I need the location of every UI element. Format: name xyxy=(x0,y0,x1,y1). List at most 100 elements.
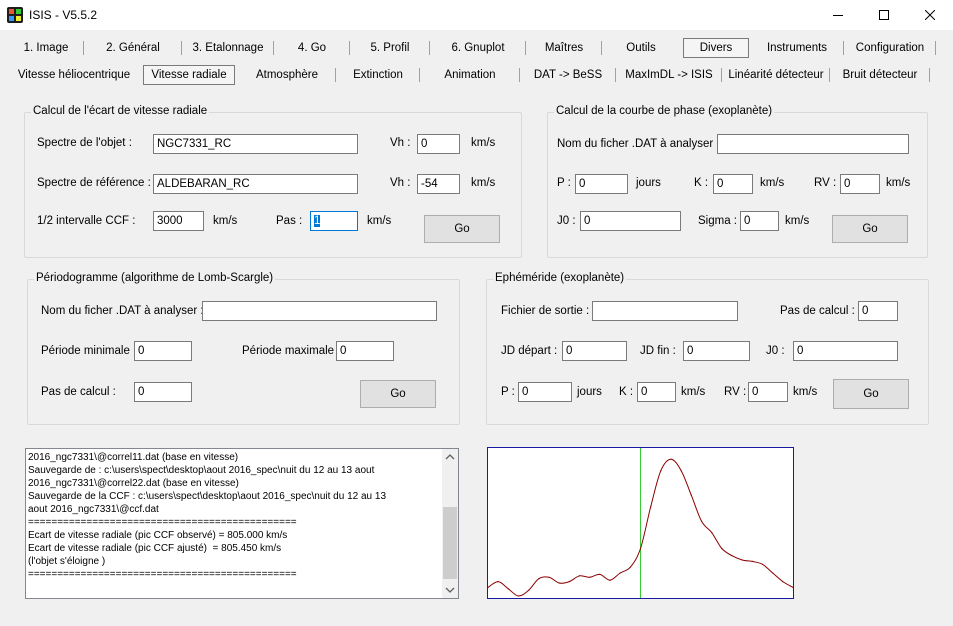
tab-configuration[interactable]: Configuration xyxy=(844,38,936,58)
tab-label: Maîtres xyxy=(544,42,584,54)
jd-end-input[interactable]: 0 xyxy=(683,341,750,361)
ccf-interval-unit: km/s xyxy=(213,215,238,227)
ephem-k-input[interactable]: 0 xyxy=(637,382,676,402)
period-min-input[interactable]: 0 xyxy=(134,341,192,361)
ephem-rv-input[interactable]: 0 xyxy=(748,382,788,402)
phase-sigma-input[interactable]: 0 xyxy=(740,211,779,231)
scroll-thumb[interactable] xyxy=(443,507,457,579)
ccf-data-point xyxy=(772,572,774,574)
phase-j0-label: J0 : xyxy=(557,215,576,227)
phase-p-unit: jours xyxy=(636,177,661,189)
tab-vitesse-heliocentrique[interactable]: Vitesse héliocentrique xyxy=(8,65,140,85)
phase-p-input[interactable]: 0 xyxy=(575,174,628,194)
vh-ref-input[interactable]: -54 xyxy=(417,174,460,194)
tab-label: Animation xyxy=(444,69,496,81)
ccf-data-point xyxy=(700,520,703,522)
periodogram-step-input[interactable]: 0 xyxy=(134,382,192,402)
tab-label: 1. Image xyxy=(23,42,69,54)
ccf-interval-input[interactable]: 3000 xyxy=(153,211,204,231)
minimize-button[interactable] xyxy=(815,0,861,30)
phase-j0-input[interactable]: 0 xyxy=(580,211,681,231)
scroll-up-icon[interactable] xyxy=(442,449,458,465)
ephem-step-input[interactable]: 0 xyxy=(858,301,898,321)
phase-sigma-unit: km/s xyxy=(785,215,810,227)
jd-start-input[interactable]: 0 xyxy=(562,341,627,361)
log-line: ========================================… xyxy=(28,517,297,528)
step-input[interactable]: 1 xyxy=(310,211,358,231)
ccf-data-point xyxy=(609,579,611,581)
phase-k-input[interactable]: 0 xyxy=(713,174,753,194)
ccf-data-point xyxy=(548,576,550,578)
ephem-p-input[interactable]: 0 xyxy=(518,382,572,402)
ephem-j0-input[interactable]: 0 xyxy=(793,341,898,361)
ccf-data-point xyxy=(639,547,642,550)
ephemeris-go-button[interactable]: Go xyxy=(833,379,909,409)
tab-label: 3. Etalonnage xyxy=(192,42,264,54)
tab-go[interactable]: 4. Go xyxy=(274,38,350,58)
tab-label: 4. Go xyxy=(297,42,327,54)
ccf-data-point xyxy=(599,573,601,575)
object-spectrum-input[interactable]: NGC7331_RC xyxy=(153,134,358,154)
tab-general[interactable]: 2. Général xyxy=(84,38,182,58)
tab-label: Vitesse radiale xyxy=(151,69,227,81)
radial-velocity-go-button[interactable]: Go xyxy=(424,215,500,243)
tab-maximdl-isis[interactable]: MaxImDL -> ISIS xyxy=(616,65,722,85)
tab-label: 6. Gnuplot xyxy=(451,42,505,54)
ccf-data-point xyxy=(660,470,662,472)
tab-dat-bess[interactable]: DAT -> BeSS xyxy=(520,65,616,85)
output-file-input[interactable] xyxy=(592,301,738,321)
group-title: Calcul de la courbe de phase (exoplanète… xyxy=(554,105,775,117)
log-scrollbar[interactable] xyxy=(442,449,458,598)
tab-extinction[interactable]: Extinction xyxy=(336,65,420,85)
ccf-data-point xyxy=(619,572,621,574)
periodogram-go-button[interactable]: Go xyxy=(360,380,436,408)
tab-linearite-detecteur[interactable]: Linéarité détecteur xyxy=(722,65,830,85)
close-button[interactable] xyxy=(907,0,953,30)
log-line: (l'objet s'éloigne ) xyxy=(28,556,106,567)
tab-profil[interactable]: 5. Profil xyxy=(350,38,430,58)
phase-rv-unit: km/s xyxy=(886,177,911,189)
group-title: Ephéméride (exoplanète) xyxy=(493,272,627,284)
tab-label: Linéarité détecteur xyxy=(728,69,824,81)
phase-rv-input[interactable]: 0 xyxy=(840,174,880,194)
period-max-label: Période maximale : xyxy=(242,345,341,357)
tab-maitres[interactable]: Maîtres xyxy=(526,38,602,58)
maximize-button[interactable] xyxy=(861,0,907,30)
group-title: Périodogramme (algorithme de Lomb-Scargl… xyxy=(34,272,276,284)
periodogram-file-input[interactable] xyxy=(202,301,437,321)
vh-object-input[interactable]: 0 xyxy=(417,134,460,154)
minimize-icon xyxy=(833,14,843,16)
ccf-data-point xyxy=(680,470,682,472)
phase-curve-go-button[interactable]: Go xyxy=(832,215,908,243)
ccf-data-point xyxy=(650,506,652,508)
tab-etalonnage[interactable]: 3. Etalonnage xyxy=(182,38,274,58)
scroll-down-icon[interactable] xyxy=(442,582,458,598)
period-max-input[interactable]: 0 xyxy=(336,341,394,361)
maximize-icon xyxy=(879,10,889,20)
tab-gnuplot[interactable]: 6. Gnuplot xyxy=(430,38,526,58)
ephem-p-unit: jours xyxy=(577,386,602,398)
output-file-label: Fichier de sortie : xyxy=(501,305,590,317)
tab-atmosphere[interactable]: Atmosphère xyxy=(238,65,336,85)
step-unit: km/s xyxy=(367,215,392,227)
log-line: aout 2016_ngc7331\@ccf.dat xyxy=(28,504,159,515)
ephem-j0-label: J0 : xyxy=(766,345,785,357)
object-spectrum-label: Spectre de l'objet : xyxy=(37,137,132,149)
tab-bruit-detecteur[interactable]: Bruit détecteur xyxy=(830,65,930,85)
vh-ref-unit: km/s xyxy=(471,177,496,189)
phase-file-input[interactable] xyxy=(717,134,909,154)
tab-animation[interactable]: Animation xyxy=(420,65,520,85)
tab-divers[interactable]: Divers xyxy=(683,38,749,58)
tab-instruments[interactable]: Instruments xyxy=(750,38,844,58)
tab-label: DAT -> BeSS xyxy=(533,69,603,81)
ccf-interval-label: 1/2 intervalle CCF : xyxy=(37,215,136,227)
tab-label: MaxImDL -> ISIS xyxy=(625,69,713,81)
log-output[interactable]: 2016_ngc7331\@correl11.dat (base en vite… xyxy=(25,448,459,599)
tab-outils[interactable]: Outils xyxy=(602,38,680,58)
reference-spectrum-input[interactable]: ALDEBARAN_RC xyxy=(153,174,358,194)
tab-vitesse-radiale[interactable]: Vitesse radiale xyxy=(143,65,235,85)
tab-image[interactable]: 1. Image xyxy=(8,38,84,58)
period-min-label: Période minimale : xyxy=(41,345,137,357)
close-icon xyxy=(925,10,935,20)
tab-label: Atmosphère xyxy=(255,69,318,81)
